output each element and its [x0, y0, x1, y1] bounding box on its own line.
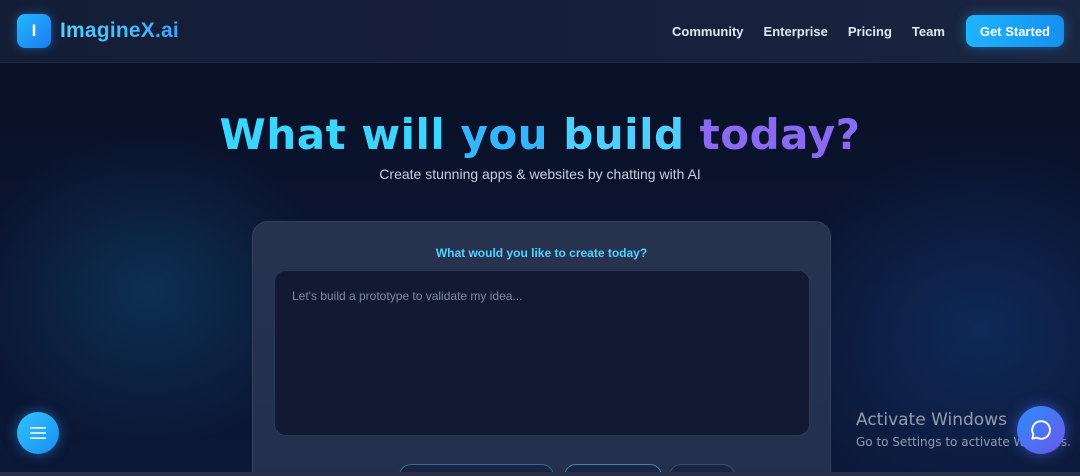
bottom-edge [0, 472, 1080, 476]
chat-button[interactable] [1017, 406, 1065, 454]
menu-icon [30, 427, 46, 439]
nav-pricing-link[interactable]: Pricing [848, 24, 892, 39]
nav-enterprise-link[interactable]: Enterprise [764, 24, 828, 39]
hero-title-word: today? [699, 110, 861, 159]
hero-title: What will you build today? [0, 110, 1080, 159]
nav-team-link[interactable]: Team [912, 24, 945, 39]
hero-title-word: What [219, 110, 347, 159]
hero-title-word: you [460, 110, 549, 159]
brand-name: ImagineX.ai [60, 19, 179, 42]
main-nav: Community Enterprise Pricing Team Get St… [672, 15, 1064, 47]
menu-button[interactable] [17, 412, 59, 454]
get-started-button[interactable]: Get Started [965, 15, 1064, 47]
nav-community-link[interactable]: Community [672, 24, 744, 39]
top-nav-bar: I ImagineX.ai Community Enterprise Prici… [0, 0, 1080, 63]
prompt-card-label: What would you like to create today? [435, 246, 648, 260]
prompt-placeholder: Let's build a prototype to validate my i… [292, 289, 523, 303]
prompt-textarea[interactable]: Let's build a prototype to validate my i… [274, 270, 810, 436]
hero-subtitle: Create stunning apps & websites by chatt… [379, 166, 701, 182]
hero-title-word: build [563, 110, 685, 159]
chat-bubble-icon [1031, 420, 1051, 440]
logo-icon: I [17, 14, 51, 48]
brand[interactable]: I ImagineX.ai [17, 14, 179, 48]
logo-letter: I [31, 21, 37, 40]
prompt-card: What would you like to create today? Let… [252, 221, 831, 476]
hero-title-word: will [361, 110, 446, 159]
page: I ImagineX.ai Community Enterprise Prici… [0, 0, 1080, 476]
